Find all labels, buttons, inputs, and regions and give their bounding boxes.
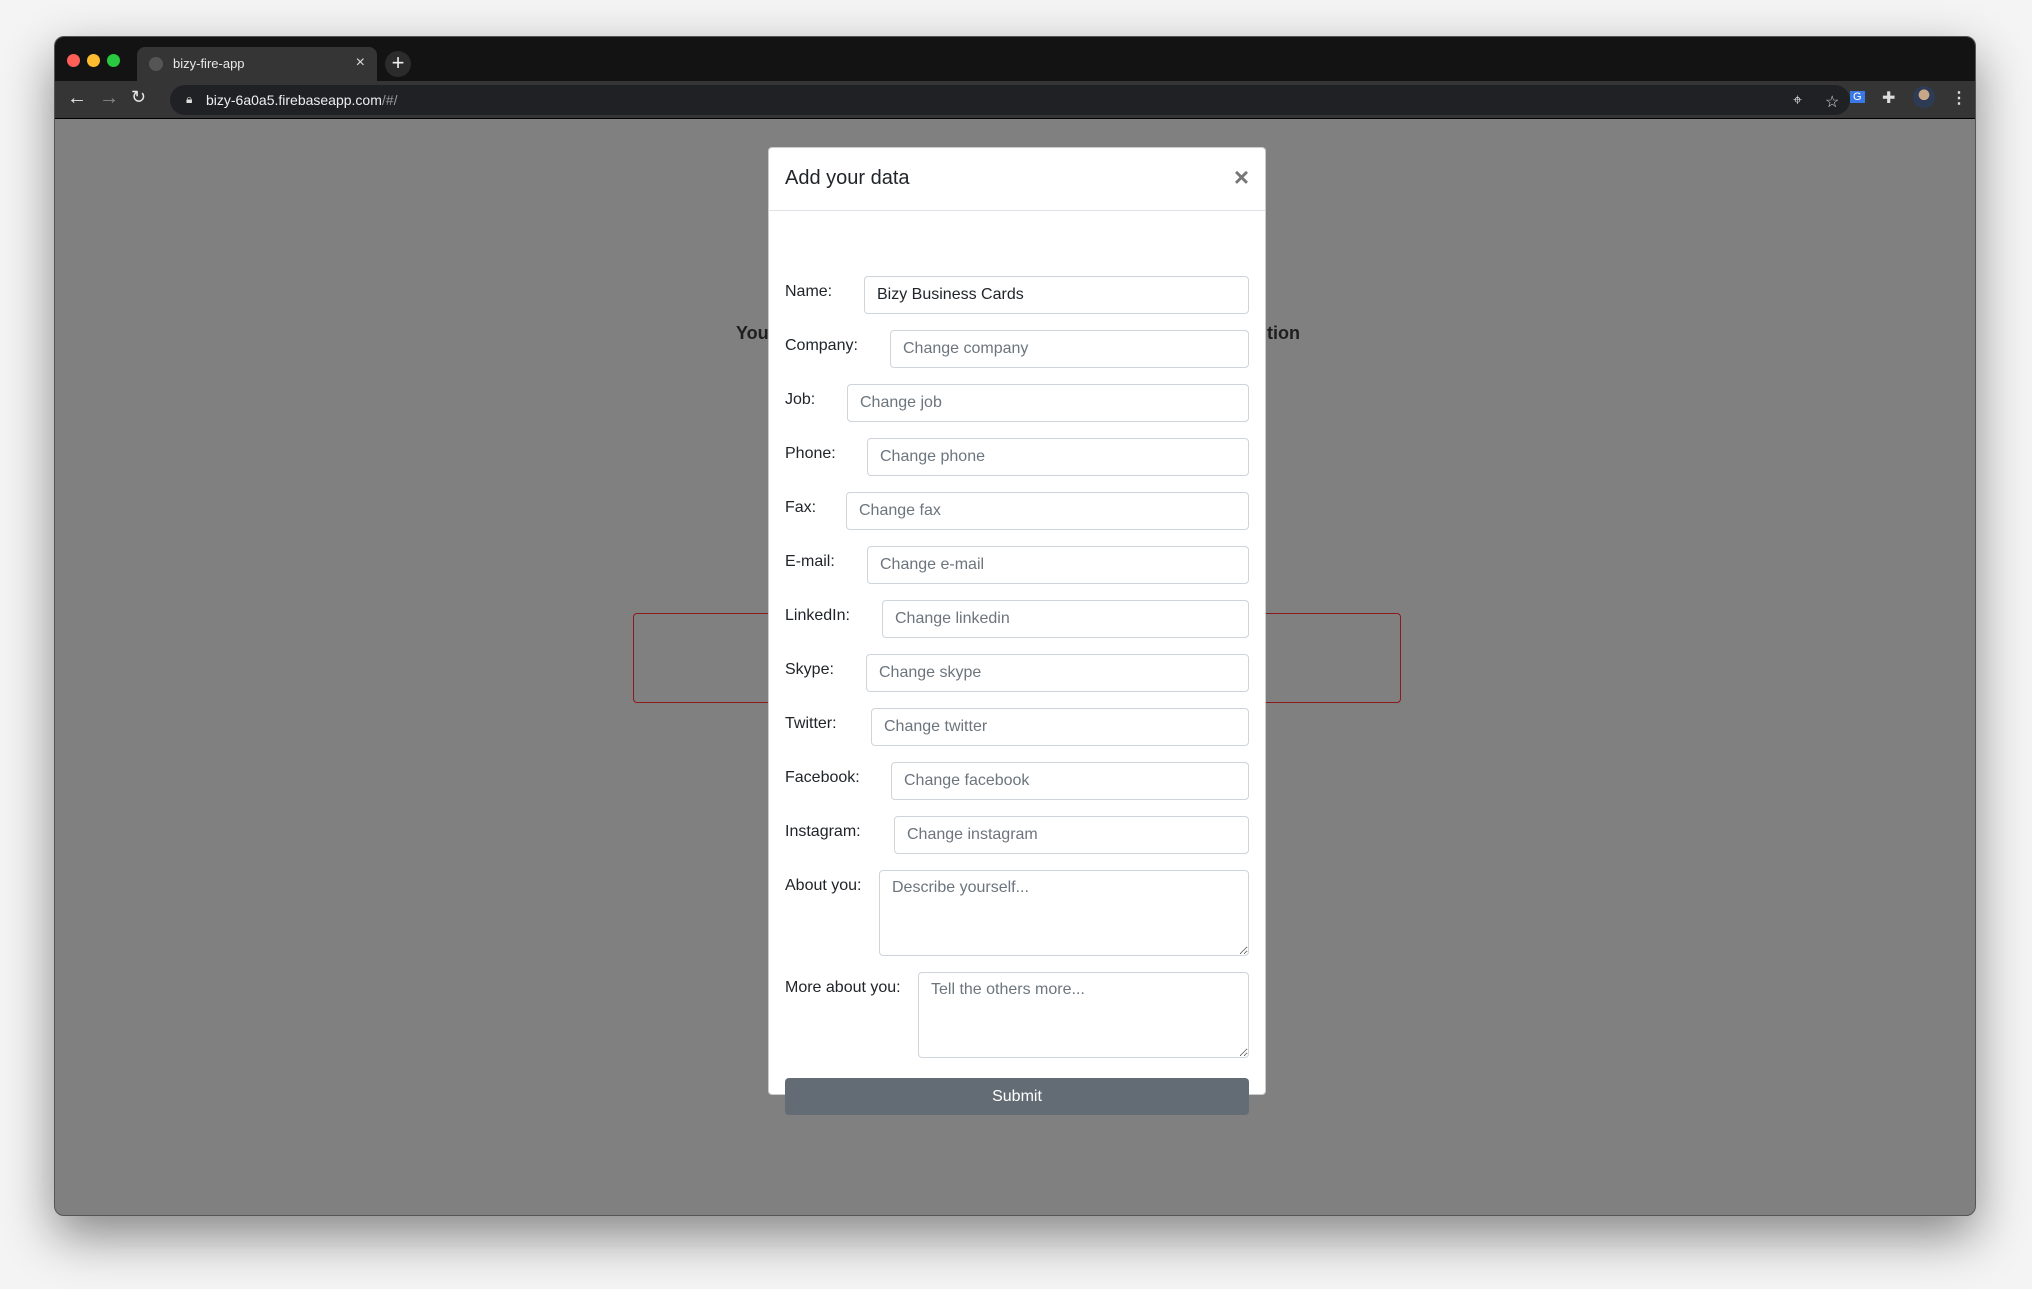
facebook-label: Facebook: [785,769,860,786]
twitter-row: Twitter: [785,708,1249,746]
toolbar: ← → ↻ 🔒︎ bizy-6a0a5.firebaseapp.com/#/ ⌖… [55,81,1975,119]
modal-header: Add your data × [769,148,1265,211]
back-icon[interactable]: ← [67,87,87,110]
facebook-input[interactable] [891,762,1249,800]
minimize-window-button[interactable] [87,54,100,67]
about-label: About you: [785,877,862,894]
email-row: E-mail: [785,546,1249,584]
skype-input[interactable] [866,654,1249,692]
lock-icon: 🔒︎ [186,92,193,106]
translate-icon[interactable]: G [1850,91,1865,103]
phone-label: Phone: [785,445,836,462]
fax-input[interactable] [846,492,1249,530]
maximize-window-button[interactable] [107,54,120,67]
more-label: More about you: [785,979,901,996]
instagram-input[interactable] [894,816,1249,854]
twitter-label: Twitter: [785,715,837,732]
company-input[interactable] [890,330,1249,368]
add-data-modal: Add your data × Name: Company: Job: Phon… [768,147,1266,1115]
tab-bar: bizy-fire-app × + [55,37,1975,81]
background-heading-right: tion [1267,323,1300,343]
linkedin-row: LinkedIn: [785,600,1249,638]
phone-row: Phone: [785,438,1249,476]
linkedin-input[interactable] [882,600,1249,638]
avatar[interactable] [1913,86,1935,108]
extensions-icon[interactable]: ✚ [1882,88,1895,108]
close-tab-icon[interactable]: × [356,54,365,72]
reload-icon[interactable]: ↻ [131,87,146,108]
more-textarea[interactable] [918,972,1249,1058]
star-icon[interactable]: ☆ [1825,92,1839,112]
instagram-label: Instagram: [785,823,861,840]
browser-window: bizy-fire-app × + ← → ↻ 🔒︎ bizy-6a0a5.fi… [54,36,1976,1216]
skype-label: Skype: [785,661,834,678]
instagram-row: Instagram: [785,816,1249,854]
close-icon[interactable]: × [1234,162,1249,193]
company-row: Company: [785,330,1249,368]
phone-input[interactable] [867,438,1249,476]
close-window-button[interactable] [67,54,80,67]
menu-icon[interactable]: ⋮ [1951,88,1967,108]
email-input[interactable] [867,546,1249,584]
about-row: About you: [785,870,1249,956]
name-row: Name: [785,276,1249,314]
twitter-input[interactable] [871,708,1249,746]
globe-icon [149,57,163,71]
fax-label: Fax: [785,499,817,516]
name-input[interactable] [864,276,1249,314]
name-label: Name: [785,283,833,300]
forward-icon[interactable]: → [99,87,119,110]
url-path: /#/ [381,92,398,108]
email-label: E-mail: [785,553,835,570]
linkedin-label: LinkedIn: [785,607,850,624]
url-text: bizy-6a0a5.firebaseapp.com/#/ [206,92,397,108]
job-input[interactable] [847,384,1249,422]
job-label: Job: [785,391,816,408]
company-label: Company: [785,337,858,354]
fax-row: Fax: [785,492,1249,530]
job-row: Job: [785,384,1249,422]
more-row: More about you: [785,972,1249,1058]
facebook-row: Facebook: [785,762,1249,800]
new-tab-button[interactable]: + [385,51,411,77]
location-pin-icon[interactable]: ⌖ [1793,92,1802,110]
address-bar[interactable]: 🔒︎ bizy-6a0a5.firebaseapp.com/#/ ⌖ ☆ [170,85,1850,115]
modal-title: Add your data [785,167,910,189]
skype-row: Skype: [785,654,1249,692]
background-heading-left: You [736,323,769,343]
tab-title: bizy-fire-app [173,56,245,71]
browser-tab[interactable]: bizy-fire-app × [137,47,377,81]
submit-button[interactable]: Submit [785,1078,1249,1115]
about-textarea[interactable] [879,870,1249,956]
url-host: bizy-6a0a5.firebaseapp.com [206,92,382,108]
